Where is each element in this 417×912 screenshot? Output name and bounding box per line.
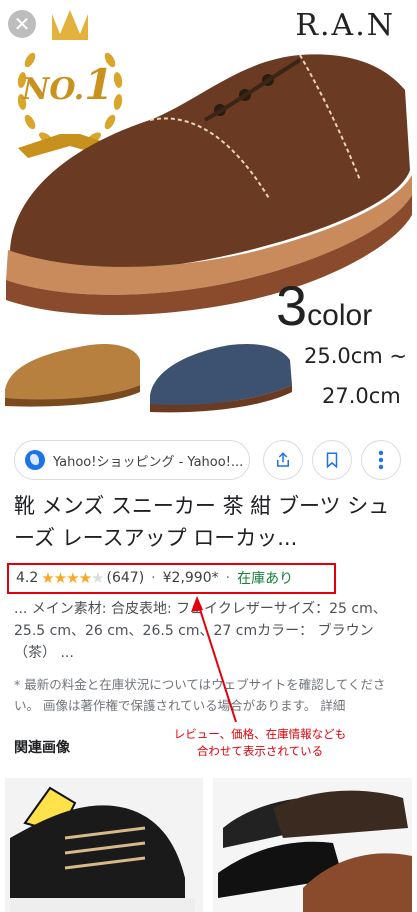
annotation-line-2: 合わせて表示されている: [196, 744, 324, 758]
high-top-sneaker-image: [10, 786, 195, 912]
close-button[interactable]: ✕: [8, 10, 36, 38]
annotation-arrow-icon: [191, 596, 237, 723]
annotation-note: レビュー、価格、在庫情報なども 合わせて表示されている: [160, 726, 360, 760]
leather-shoes-image: [218, 790, 412, 912]
annotation-line-1: レビュー、価格、在庫情報なども: [173, 727, 347, 741]
related-image-2[interactable]: [213, 778, 412, 912]
related-image-1[interactable]: [5, 778, 203, 912]
